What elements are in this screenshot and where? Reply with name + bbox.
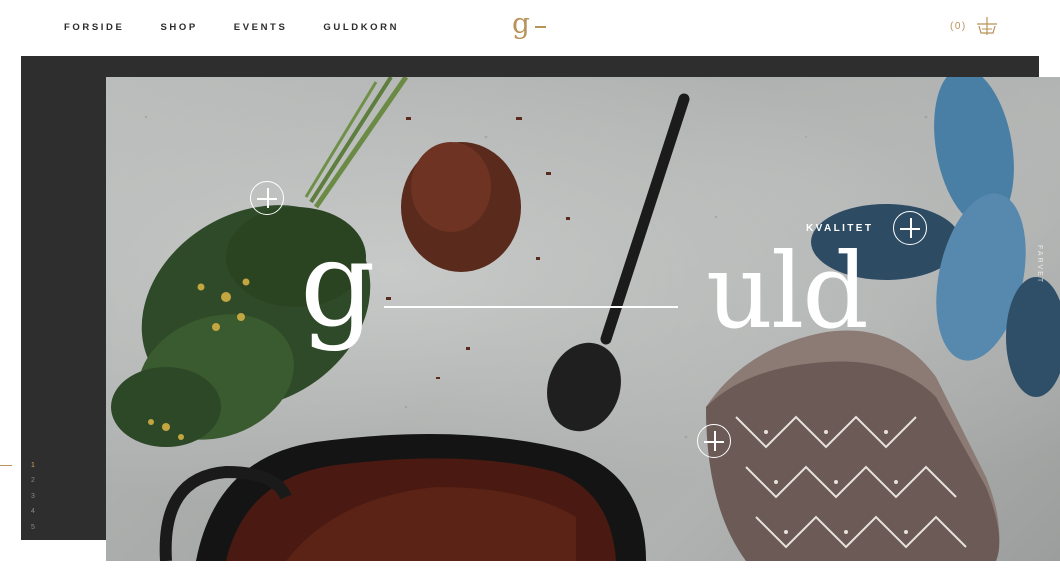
- spoon-illustration: [547, 93, 690, 432]
- slide-indicator-rule: [0, 465, 12, 466]
- nav-item-guldkorn[interactable]: GULDKORN: [323, 22, 399, 33]
- slide-page-5[interactable]: 5: [31, 524, 51, 539]
- logo-letter: g: [512, 7, 530, 40]
- slide-page-1[interactable]: 1: [31, 462, 51, 477]
- hero-image: KVALITET FARVET g uld: [106, 77, 1060, 561]
- nav-item-shop[interactable]: SHOP: [160, 22, 197, 33]
- hero-photo: [111, 77, 1060, 561]
- bark-pile-illustration: [386, 117, 570, 379]
- cart-count: (0): [950, 20, 967, 32]
- hero-headline-uld: uld: [706, 230, 869, 352]
- hotspot-kvalitet-button[interactable]: [893, 211, 927, 245]
- hotspot-sweater-button[interactable]: [697, 424, 731, 458]
- site-logo[interactable]: g: [512, 10, 546, 38]
- slide-pagination: 1 2 3 4 5: [31, 462, 51, 539]
- nav-item-forside[interactable]: FORSIDE: [64, 22, 124, 33]
- slide-page-3[interactable]: 3: [31, 493, 51, 508]
- nav-item-events[interactable]: EVENTS: [234, 22, 288, 33]
- basket-icon: [976, 17, 998, 35]
- logo-dash: [534, 26, 546, 28]
- slide-page-4[interactable]: 4: [31, 508, 51, 523]
- pot-illustration: [159, 434, 646, 561]
- cart-button[interactable]: (0): [950, 17, 998, 35]
- slide-page-2[interactable]: 2: [31, 477, 51, 492]
- hero-headline-g: g: [300, 215, 376, 353]
- sweater-illustration: [706, 330, 1000, 561]
- hero-headline-rule: [384, 306, 678, 308]
- hotspot-herbs-button[interactable]: [250, 181, 284, 215]
- main-nav: FORSIDE SHOP EVENTS GULDKORN: [64, 22, 435, 33]
- hero-vertical-caption: FARVET: [1036, 245, 1043, 285]
